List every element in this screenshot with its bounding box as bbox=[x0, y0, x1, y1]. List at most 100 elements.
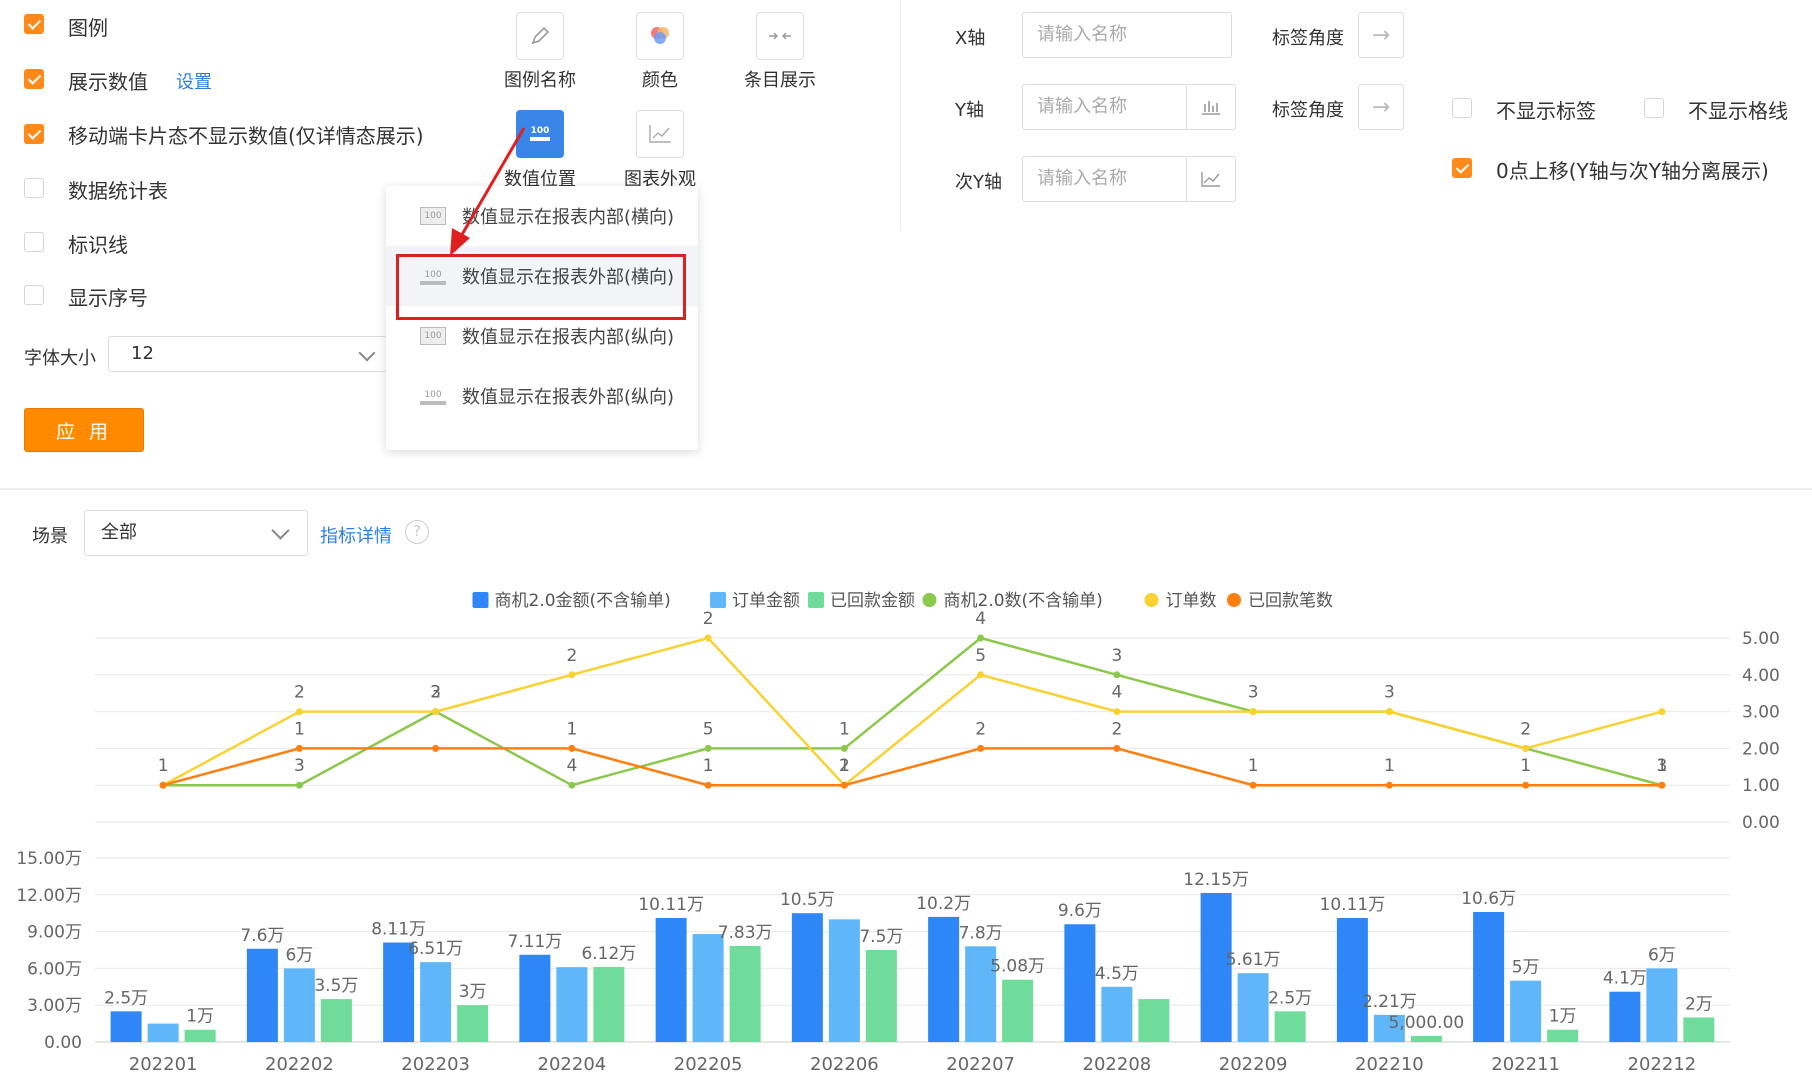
x-angle-button[interactable]: → bbox=[1358, 12, 1404, 58]
line-value-label: 1 bbox=[1520, 756, 1531, 776]
bar-value-label: 3.5万 bbox=[314, 976, 358, 996]
hide-labels-checkbox[interactable] bbox=[1452, 98, 1472, 118]
line-value-label: 1 bbox=[703, 756, 714, 776]
right-axis-tick: 5.00 bbox=[1742, 629, 1780, 649]
bar bbox=[928, 916, 960, 1042]
hide-grid-checkbox[interactable] bbox=[1644, 98, 1664, 118]
bar bbox=[791, 913, 823, 1042]
line-value-label: 1 bbox=[1384, 756, 1395, 776]
line-value-label: 1 bbox=[566, 719, 577, 739]
bar bbox=[865, 950, 897, 1042]
zero-up-checkbox[interactable] bbox=[1452, 158, 1472, 178]
option-label-marker-line: 标识线 bbox=[68, 233, 128, 257]
y-angle-button[interactable]: → bbox=[1358, 84, 1404, 130]
x-axis-tick: 202207 bbox=[946, 1054, 1015, 1075]
y-axis-name-input[interactable]: 请输入名称 bbox=[1022, 84, 1236, 130]
option-checkbox-legend[interactable] bbox=[24, 14, 44, 34]
legend-swatch bbox=[808, 592, 824, 608]
legend-label: 商机2.0金额(不含输单) bbox=[495, 591, 671, 611]
option-label-show-index: 显示序号 bbox=[68, 286, 148, 310]
x-axis-tick: 202204 bbox=[538, 1054, 607, 1075]
bar-value-label: 4.1万 bbox=[1603, 969, 1647, 989]
option-checkbox-show-values[interactable] bbox=[24, 69, 44, 89]
bar bbox=[420, 962, 452, 1042]
bar bbox=[519, 954, 551, 1042]
legend-swatch bbox=[1227, 593, 1241, 607]
option-checkbox-mobile-hide[interactable] bbox=[24, 124, 44, 144]
x-axis-name-input[interactable]: 请输入名称 bbox=[1022, 12, 1232, 58]
line-point bbox=[1658, 781, 1666, 789]
chart-appearance-tool[interactable] bbox=[636, 110, 684, 158]
bar bbox=[1237, 973, 1269, 1042]
option-checkbox-marker-line[interactable] bbox=[24, 232, 44, 252]
x-axis-tick: 202211 bbox=[1491, 1054, 1560, 1075]
bar-value-label: 5.08万 bbox=[990, 957, 1045, 977]
bar-value-label: 5.61万 bbox=[1226, 950, 1281, 970]
bar-value-label: 8.11万 bbox=[371, 920, 426, 940]
bar-value-label: 10.5万 bbox=[780, 890, 835, 910]
right-axis-tick: 3.00 bbox=[1742, 703, 1780, 723]
font-size-select[interactable]: 12 bbox=[108, 336, 388, 372]
help-icon[interactable]: ? bbox=[405, 520, 429, 544]
line-point bbox=[1385, 708, 1393, 716]
bar bbox=[1646, 968, 1678, 1042]
legend-swatch bbox=[472, 592, 489, 608]
line-value-label: 2 bbox=[430, 683, 441, 703]
line-point bbox=[977, 634, 985, 642]
right-axis-tick: 0.00 bbox=[1742, 813, 1780, 833]
item-display-tool[interactable] bbox=[756, 12, 804, 60]
scene-select[interactable]: 全部 bbox=[84, 510, 308, 556]
option-checkbox-show-index[interactable] bbox=[24, 285, 44, 305]
legend-name-tool[interactable] bbox=[516, 12, 564, 60]
bar-value-label: 1万 bbox=[1549, 1007, 1577, 1027]
line-point bbox=[704, 634, 712, 642]
option-label-legend: 图例 bbox=[68, 16, 108, 40]
hide-grid-label: 不显示格线 bbox=[1688, 99, 1788, 123]
line-value-label: 4 bbox=[566, 756, 577, 776]
bar-value-label: 7.83万 bbox=[718, 923, 773, 943]
bar bbox=[1064, 924, 1096, 1042]
bar bbox=[457, 1005, 489, 1042]
y2-axis-name-input[interactable]: 请输入名称 bbox=[1022, 156, 1236, 202]
settings-link[interactable]: 设置 bbox=[176, 68, 212, 94]
legend-swatch bbox=[1144, 593, 1159, 607]
legend-label: 已回款金额 bbox=[830, 591, 915, 611]
menu-item-outside-vertical[interactable]: 100 数值显示在报表外部(纵向) bbox=[386, 366, 698, 426]
line-value-label: 2 bbox=[1520, 719, 1531, 739]
compress-icon bbox=[769, 32, 791, 40]
chevron-down-icon bbox=[271, 521, 290, 540]
color-tool[interactable] bbox=[636, 12, 684, 60]
menu-item-inside-horizontal[interactable]: 100 数值显示在报表内部(横向) bbox=[386, 186, 698, 246]
bar bbox=[1336, 917, 1368, 1042]
bar bbox=[593, 966, 625, 1042]
x-axis-placeholder: 请输入名称 bbox=[1037, 24, 1127, 45]
bar-value-label: 5万 bbox=[1512, 958, 1540, 978]
line-point bbox=[568, 781, 576, 789]
x-axis-tick: 202210 bbox=[1355, 1054, 1424, 1075]
line-value-label: 2 bbox=[566, 646, 577, 666]
right-axis-tick: 2.00 bbox=[1742, 739, 1780, 759]
line-point bbox=[1113, 708, 1121, 716]
bar bbox=[692, 934, 724, 1042]
arrow-right-icon: → bbox=[1371, 94, 1391, 120]
line-point bbox=[1249, 781, 1257, 789]
menu-item-label: 数值显示在报表内部(纵向) bbox=[462, 327, 675, 348]
bar bbox=[246, 948, 278, 1042]
bar-value-label: 5,000.00 bbox=[1389, 1013, 1465, 1033]
bar-value-label: 2.21万 bbox=[1362, 992, 1417, 1012]
line-point bbox=[295, 781, 303, 789]
value-outside-icon: 100 bbox=[420, 387, 446, 405]
left-axis-tick: 12.00万 bbox=[16, 886, 82, 906]
line-value-label: 3 bbox=[1248, 683, 1259, 703]
line-value-label: 3 bbox=[1384, 683, 1395, 703]
bar-chart-icon[interactable] bbox=[1186, 85, 1235, 129]
option-checkbox-data-table[interactable] bbox=[24, 178, 44, 198]
line-chart-icon[interactable] bbox=[1186, 157, 1235, 201]
line-value-label: 3 bbox=[294, 756, 305, 776]
scene-label: 场景 bbox=[32, 526, 68, 547]
apply-button[interactable]: 应 用 bbox=[24, 408, 144, 452]
arrow-right-icon: → bbox=[1371, 22, 1391, 48]
line-point bbox=[568, 744, 576, 752]
bar bbox=[320, 999, 352, 1042]
indicator-detail-link[interactable]: 指标详情 bbox=[320, 522, 392, 548]
